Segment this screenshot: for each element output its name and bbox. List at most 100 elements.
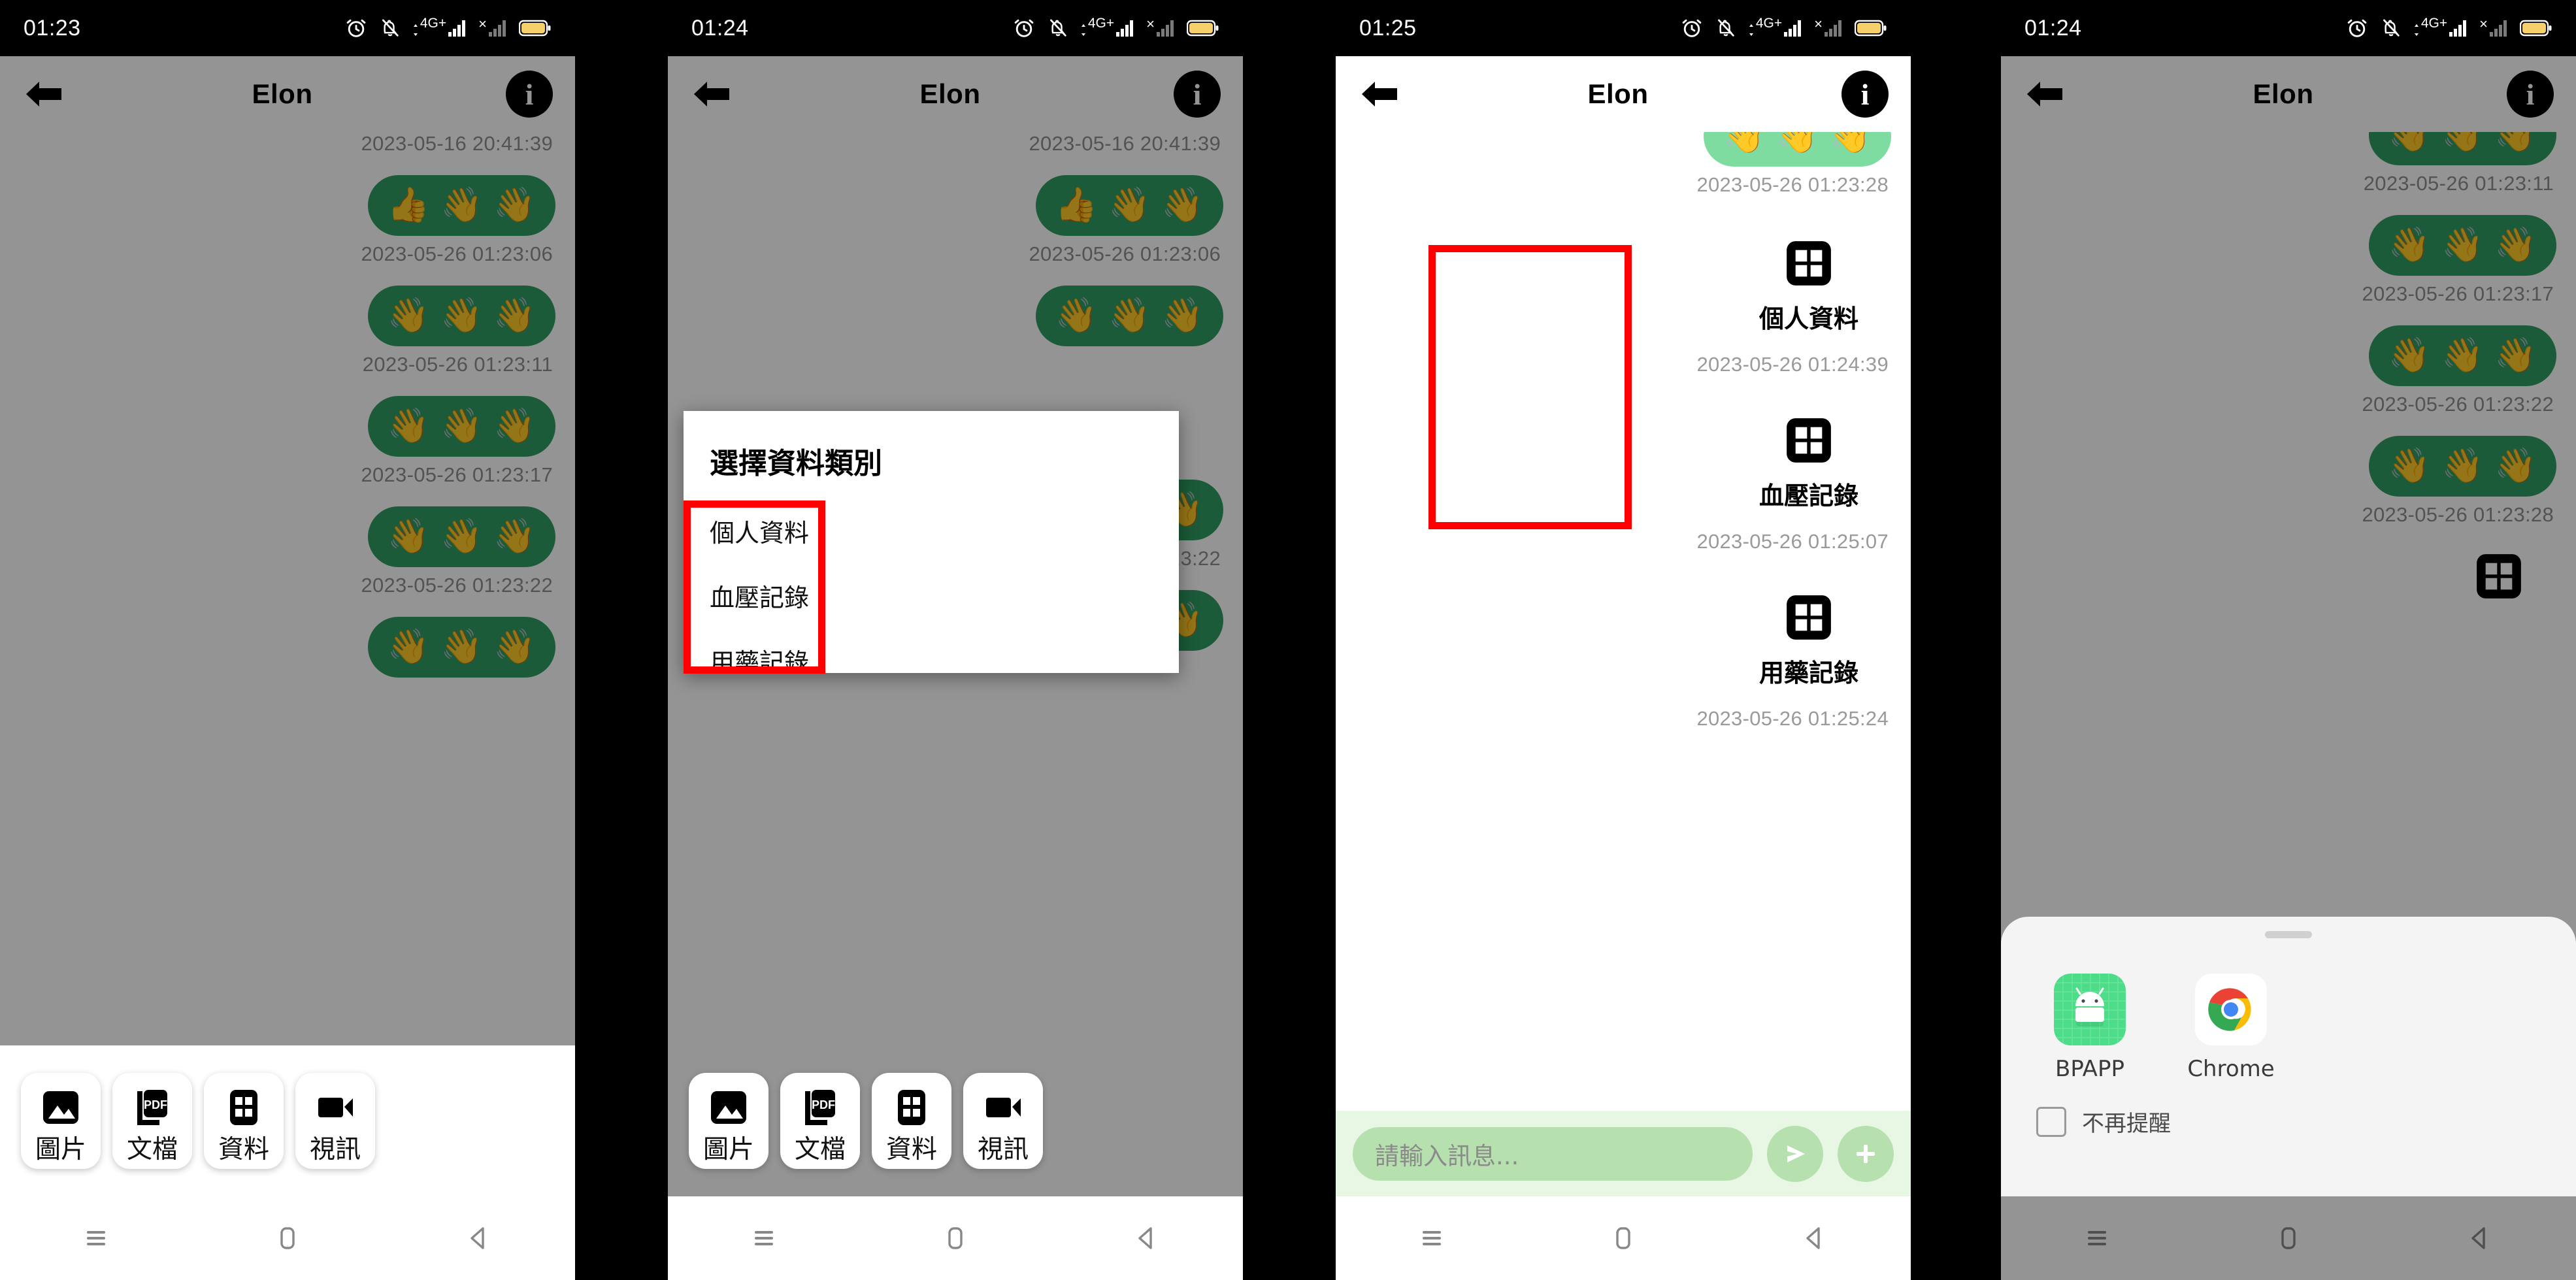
attachment-data[interactable]: 資料 xyxy=(872,1073,951,1169)
image-icon xyxy=(704,1083,753,1132)
back-nav-button[interactable] xyxy=(1779,1217,1851,1259)
bell-muted-icon xyxy=(382,19,399,37)
svg-text:PDF: PDF xyxy=(144,1098,167,1111)
message-row[interactable]: 👋 👋 👋 xyxy=(1336,132,1911,167)
phone-panel-4: 01:24 4G+ × Elon i 👋 👋 👋 2023-05-26 01:2… xyxy=(2001,0,2576,1280)
bell-muted-icon xyxy=(1049,19,1066,37)
attachment-image[interactable]: 圖片 xyxy=(21,1073,101,1169)
data-card-timestamp: 2023-05-26 01:24:39 xyxy=(1696,353,1889,376)
back-nav-button[interactable] xyxy=(443,1217,515,1259)
dont-remind-checkbox[interactable] xyxy=(2036,1106,2066,1137)
status-icons: 4G+ × xyxy=(344,16,552,40)
screenshot-stage: 01:23 4G+ × Elon i 2023-05-16 20:41:39 👍… xyxy=(0,0,2576,1280)
menu-recents-icon xyxy=(754,1231,773,1245)
status-icons: 4G+ × xyxy=(1012,16,1219,40)
home-button[interactable] xyxy=(919,1217,991,1259)
app-name: Chrome xyxy=(2187,1056,2275,1082)
signal-4g-plus-icon: 4G+ xyxy=(1748,16,1803,37)
send-icon xyxy=(1787,1145,1805,1162)
recents-button[interactable] xyxy=(1396,1217,1468,1259)
data-card-personal[interactable]: 個人資料 xyxy=(1759,236,1858,335)
signal-bars-empty-icon xyxy=(1825,20,1841,37)
page-title: Elon xyxy=(1587,78,1649,109)
add-attachment-button[interactable] xyxy=(1838,1125,1894,1182)
video-camera-icon xyxy=(311,1083,359,1132)
menu-recents-icon xyxy=(1422,1231,1441,1245)
network-type-label: 4G+ xyxy=(1087,16,1115,31)
alarm-clock-icon xyxy=(2347,19,2367,37)
attachment-label: 圖片 xyxy=(702,1135,754,1164)
info-button[interactable]: i xyxy=(1841,71,1889,118)
chat-bubble[interactable]: 👋 👋 👋 xyxy=(1703,132,1891,167)
data-card-row[interactable]: 用藥記錄 xyxy=(1358,590,1889,689)
back-nav-button[interactable] xyxy=(1111,1217,1183,1259)
grid-data-icon xyxy=(887,1083,936,1132)
status-bar: 01:24 4G+ × xyxy=(2001,0,2576,56)
recents-button[interactable] xyxy=(728,1217,800,1259)
alarm-clock-icon xyxy=(1014,19,1034,37)
chrome-icon xyxy=(2195,974,2267,1045)
data-card-label: 血壓記錄 xyxy=(1759,482,1858,510)
data-card-row[interactable]: 血壓記錄 xyxy=(1358,413,1889,512)
message-input[interactable]: 請輸入訊息... xyxy=(1353,1126,1753,1181)
attachment-video[interactable]: 視訊 xyxy=(295,1073,375,1169)
alarm-clock-icon xyxy=(346,19,366,37)
pdf-document-icon: PDF xyxy=(128,1083,176,1132)
attachment-label: 圖片 xyxy=(35,1135,86,1164)
data-card-medication[interactable]: 用藥記錄 xyxy=(1759,590,1858,689)
message-input-bar: 請輸入訊息... xyxy=(1336,1111,1911,1196)
battery-icon xyxy=(2520,20,2552,37)
attachment-label: 資料 xyxy=(218,1135,269,1164)
battery-icon xyxy=(1187,20,1219,37)
home-button[interactable] xyxy=(1587,1217,1659,1259)
updown-arrows-icon xyxy=(1081,24,1085,36)
status-bar: 01:23 4G+ × xyxy=(0,0,575,56)
attachment-data[interactable]: 資料 xyxy=(204,1073,284,1169)
attachment-video[interactable]: 視訊 xyxy=(963,1073,1043,1169)
signal-no-sim-icon: × xyxy=(1146,17,1176,37)
signal-4g-plus-icon: 4G+ xyxy=(2413,16,2468,37)
data-card-blood-pressure[interactable]: 血壓記錄 xyxy=(1759,413,1858,512)
data-category-dialog: 選擇資料類別 個人資料 血壓記錄 用藥記錄 xyxy=(684,411,1179,677)
phone-panel-2: 01:24 4G+ × Elon i 2023-05-16 20:41:39 👍… xyxy=(668,0,1243,1280)
dialog-title: 選擇資料類別 xyxy=(710,447,882,480)
attachment-strip: 圖片 PDF 文檔 資料 視訊 xyxy=(668,1045,1243,1196)
app-item-bpapp[interactable]: BPAPP xyxy=(2036,974,2143,1082)
attachment-label: 資料 xyxy=(885,1135,937,1164)
send-button[interactable] xyxy=(1767,1125,1823,1182)
signal-bars-icon xyxy=(448,20,466,37)
dialog-option-blood-pressure[interactable]: 血壓記錄 xyxy=(684,563,1179,628)
data-card-label: 用藥記錄 xyxy=(1759,659,1858,687)
updown-arrows-icon xyxy=(1749,24,1753,36)
android-nav-bar xyxy=(0,1196,575,1280)
status-bar: 01:24 4G+ × xyxy=(668,0,1243,56)
home-icon xyxy=(1616,1227,1630,1249)
app-item-chrome[interactable]: Chrome xyxy=(2177,974,2285,1082)
panel-4-screen: 01:24 4G+ × Elon i 👋 👋 👋 2023-05-26 01:2… xyxy=(2001,0,2576,1280)
updown-arrows-icon xyxy=(413,24,418,36)
battery-icon xyxy=(519,20,551,37)
app-name: BPAPP xyxy=(2055,1056,2124,1082)
home-button[interactable] xyxy=(252,1217,323,1259)
chat-list[interactable]: 👋 👋 👋 2023-05-26 01:23:28 個人資料 2023-05-2… xyxy=(1336,132,1911,1111)
dont-remind-row[interactable]: 不再提醒 xyxy=(2001,1082,2576,1138)
dialog-option-personal-data[interactable]: 個人資料 xyxy=(684,499,1179,563)
grid-data-icon xyxy=(220,1083,268,1132)
back-triangle-icon xyxy=(471,1227,485,1249)
recents-button[interactable] xyxy=(60,1217,132,1259)
network-type-label: 4G+ xyxy=(1755,16,1783,31)
attachment-image[interactable]: 圖片 xyxy=(689,1073,768,1169)
image-icon xyxy=(37,1083,85,1132)
attachment-document[interactable]: PDF 文檔 xyxy=(112,1073,192,1169)
home-icon xyxy=(948,1227,963,1249)
dialog-option-medication[interactable]: 用藥記錄 xyxy=(684,628,1179,693)
signal-4g-plus-icon: 4G+ xyxy=(1080,16,1135,37)
attachment-document[interactable]: PDF 文檔 xyxy=(780,1073,860,1169)
panel-2-screen: 01:24 4G+ × Elon i 2023-05-16 20:41:39 👍… xyxy=(668,0,1243,1280)
android-robot-icon xyxy=(2054,974,2126,1045)
status-time: 01:24 xyxy=(2024,15,2082,41)
signal-bars-empty-icon xyxy=(489,20,506,37)
grid-data-icon xyxy=(1781,413,1836,468)
sheet-drag-handle[interactable] xyxy=(2265,931,2312,938)
data-card-row[interactable]: 個人資料 xyxy=(1358,236,1889,335)
